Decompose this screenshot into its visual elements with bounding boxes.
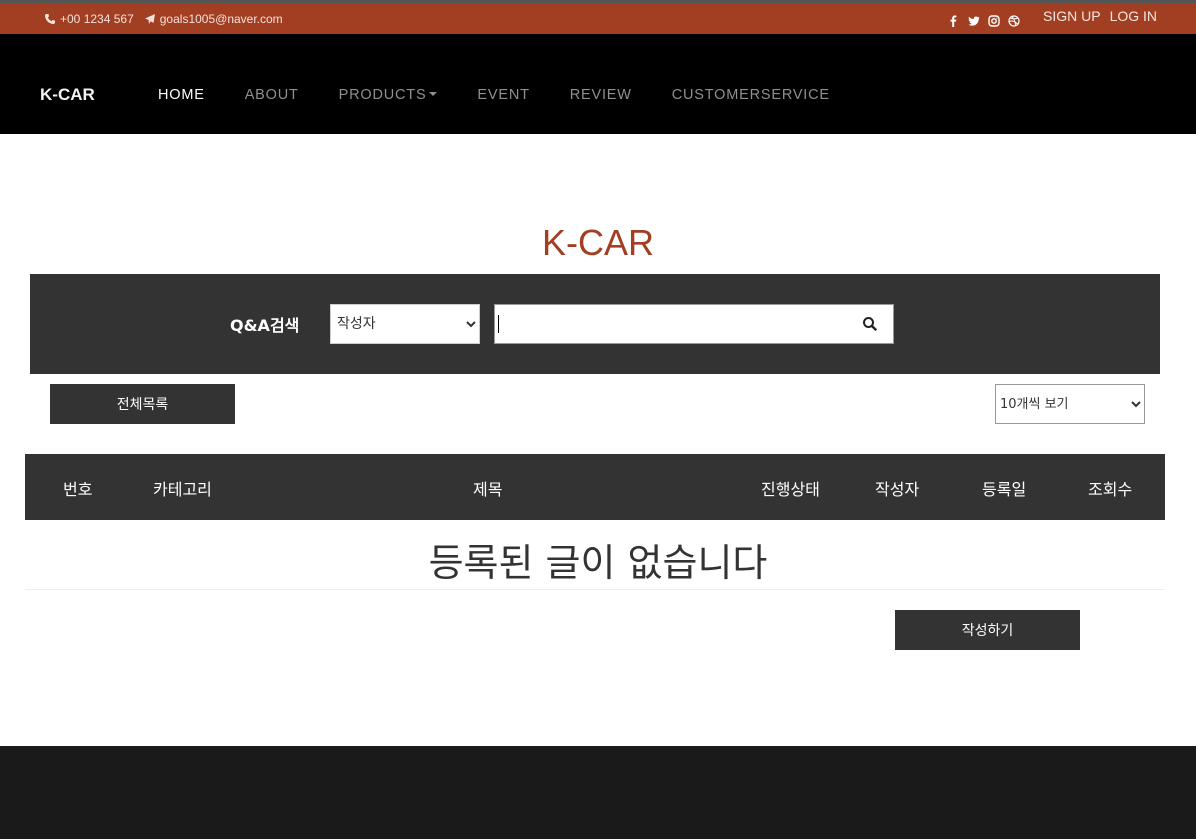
top-bar: +00 1234 567 goals1005@naver.com SIGN UP… bbox=[0, 0, 1196, 34]
nav-item-label: HOME bbox=[158, 87, 205, 103]
phone-icon bbox=[44, 13, 56, 25]
footer bbox=[0, 746, 1196, 839]
column-header-category: 카테고리 bbox=[153, 480, 212, 499]
caret-down-icon bbox=[429, 92, 438, 96]
column-header-author: 작성자 bbox=[875, 480, 920, 499]
brand-logo[interactable]: K-CAR bbox=[40, 85, 95, 105]
nav-item-label: REVIEW bbox=[569, 87, 632, 103]
nav-item-review[interactable]: REVIEW bbox=[570, 87, 632, 103]
search-box bbox=[494, 304, 894, 344]
column-header-number: 번호 bbox=[63, 480, 93, 499]
contact-info: +00 1234 567 goals1005@naver.com bbox=[44, 12, 283, 26]
auth-links: SIGN UP LOG IN bbox=[1043, 8, 1157, 24]
page-title: K-CAR bbox=[541, 222, 654, 263]
login-link[interactable]: LOG IN bbox=[1110, 8, 1157, 24]
nav-item-label: PRODUCTS bbox=[338, 87, 427, 103]
nav-item-label: ABOUT bbox=[244, 87, 299, 103]
table-header: 번호 카테고리 제목 진행상태 작성자 등록일 조회수 bbox=[25, 454, 1165, 520]
nav-item-event[interactable]: EVENT bbox=[477, 87, 529, 103]
nav-item-products[interactable]: PRODUCTS bbox=[339, 87, 438, 103]
nav-item-home[interactable]: HOME bbox=[158, 87, 205, 103]
nav-item-label: CUSTOMERSERVICE bbox=[671, 87, 830, 103]
text-cursor bbox=[498, 315, 499, 333]
list-all-button[interactable]: 전체목록 bbox=[50, 384, 235, 424]
column-header-views: 조회수 bbox=[1088, 480, 1133, 499]
write-button[interactable]: 작성하기 bbox=[895, 610, 1080, 650]
search-input[interactable] bbox=[497, 307, 847, 341]
search-label: Q&A검색 bbox=[230, 316, 300, 335]
paper-plane-icon bbox=[144, 13, 156, 25]
phone-number: +00 1234 567 bbox=[60, 12, 134, 26]
per-page-select[interactable]: 10개씩 보기 bbox=[995, 384, 1145, 424]
twitter-icon[interactable] bbox=[968, 12, 980, 26]
empty-message: 등록된 글이 없습니다 bbox=[428, 541, 768, 585]
nav-item-customerservice[interactable]: CUSTOMERSERVICE bbox=[672, 87, 830, 103]
signup-link[interactable]: SIGN UP bbox=[1043, 8, 1101, 24]
instagram-icon[interactable] bbox=[988, 12, 1000, 27]
nav-menu: HOME ABOUT PRODUCTS EVENT REVIEW CUSTOME… bbox=[158, 87, 870, 103]
divider bbox=[25, 589, 1165, 590]
main-navbar: K-CAR HOME ABOUT PRODUCTS EVENT REVIEW C… bbox=[0, 34, 1196, 134]
social-links bbox=[948, 12, 1020, 27]
dribbble-icon[interactable] bbox=[1008, 12, 1020, 27]
nav-item-label: EVENT bbox=[477, 87, 530, 103]
search-field-select[interactable]: 작성자 bbox=[330, 304, 480, 344]
qa-search-bar: Q&A검색 작성자 bbox=[30, 274, 1160, 374]
facebook-icon[interactable] bbox=[948, 12, 959, 27]
search-icon[interactable] bbox=[861, 315, 879, 333]
column-header-date: 등록일 bbox=[982, 480, 1027, 499]
column-header-status: 진행상태 bbox=[761, 480, 820, 499]
nav-item-about[interactable]: ABOUT bbox=[245, 87, 299, 103]
column-header-title: 제목 bbox=[473, 480, 503, 499]
email-address: goals1005@naver.com bbox=[159, 12, 283, 26]
